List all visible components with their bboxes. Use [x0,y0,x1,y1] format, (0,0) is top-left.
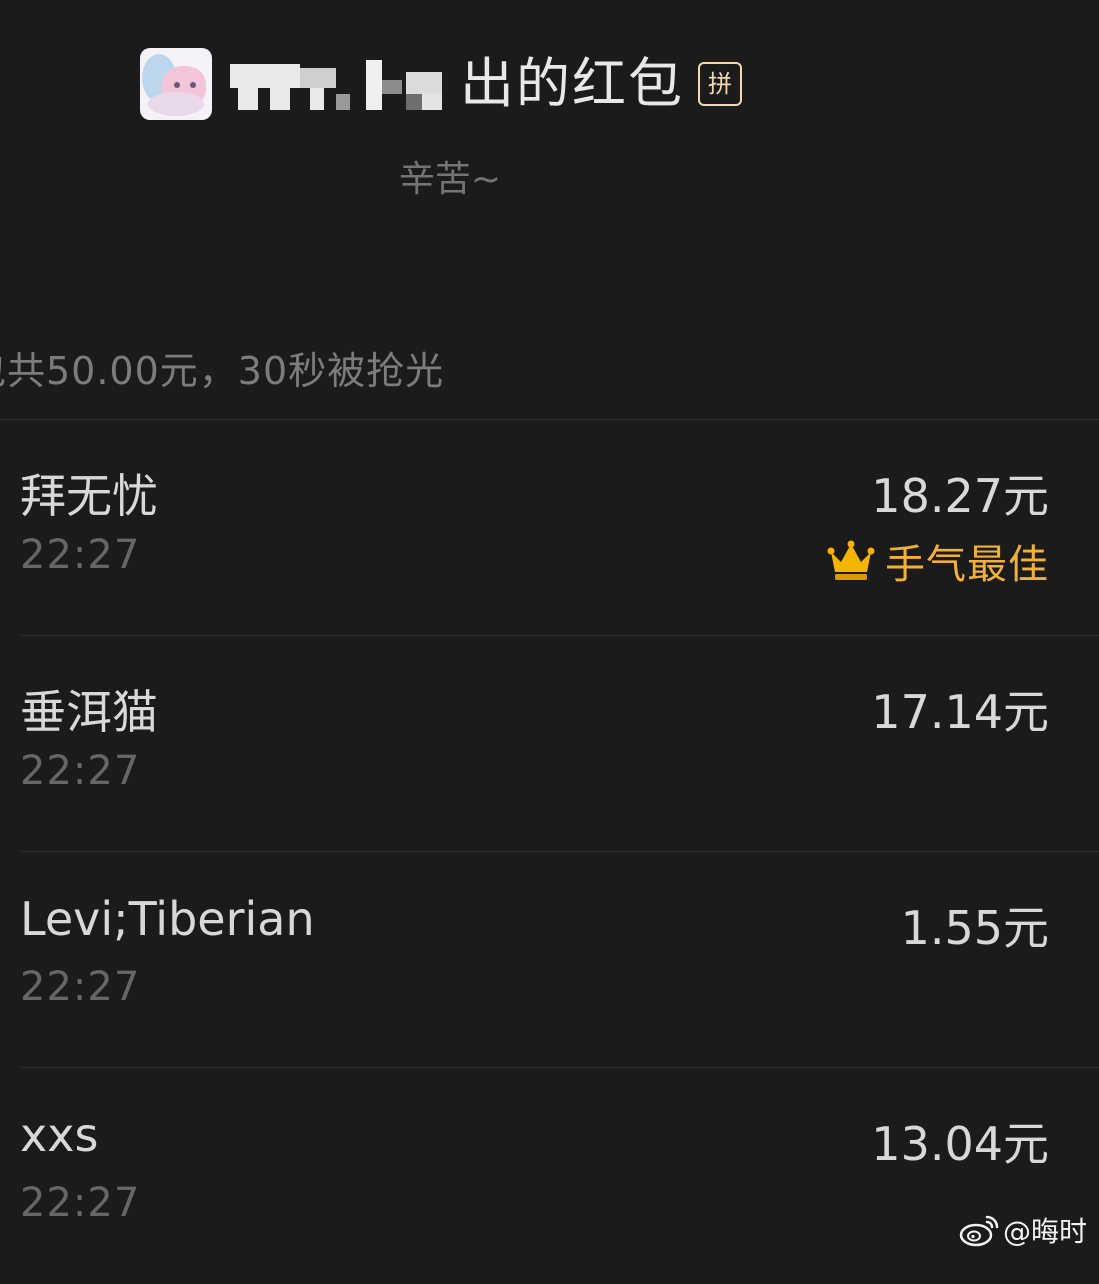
claimer-name: 拜无忧 [20,469,158,523]
weibo-watermark: @晦时 [959,1210,1087,1250]
pin-badge: 拼 [698,62,742,106]
packet-title: 出的红包 [460,52,684,115]
claim-amount: 13.04元 [871,1117,1049,1171]
best-luck-label: 手气最佳 [885,542,1049,588]
packet-summary: 包共50.00元，30秒被抢光 [0,349,445,393]
claimer-name: Levi;Tiberian [20,892,315,946]
best-luck-badge: 手气最佳 [827,532,1049,590]
claimer-name: 垂洱猫 [20,685,158,739]
claim-time: 22:27 [20,748,141,794]
claim-time: 22:27 [20,964,141,1010]
claim-list: 拜无忧 22:27 18.27元 手气最佳 垂洱猫 22:27 17.14元 L… [0,420,1099,1284]
claim-amount: 1.55元 [900,901,1049,955]
sender-avatar[interactable] [140,48,212,120]
claim-time: 22:27 [20,1180,141,1226]
red-packet-header: 出的红包 拼 [140,48,742,120]
claim-amount: 17.14元 [871,685,1049,739]
claimer-name: xxs [20,1108,99,1162]
weibo-logo-icon [959,1215,999,1247]
claim-row[interactable]: 拜无忧 22:27 18.27元 手气最佳 [0,420,1099,636]
claim-time: 22:27 [20,532,141,578]
claim-amount: 18.27元 [871,469,1049,523]
sender-name-mosaic [230,54,458,114]
claim-row[interactable]: 垂洱猫 22:27 17.14元 [0,636,1099,852]
claim-row[interactable]: xxs 22:27 13.04元 [0,1068,1099,1284]
crown-icon [827,540,875,580]
watermark-handle: @晦时 [1002,1215,1087,1248]
greeting-message: 辛苦~ [398,159,502,200]
claim-row[interactable]: Levi;Tiberian 22:27 1.55元 [0,852,1099,1068]
